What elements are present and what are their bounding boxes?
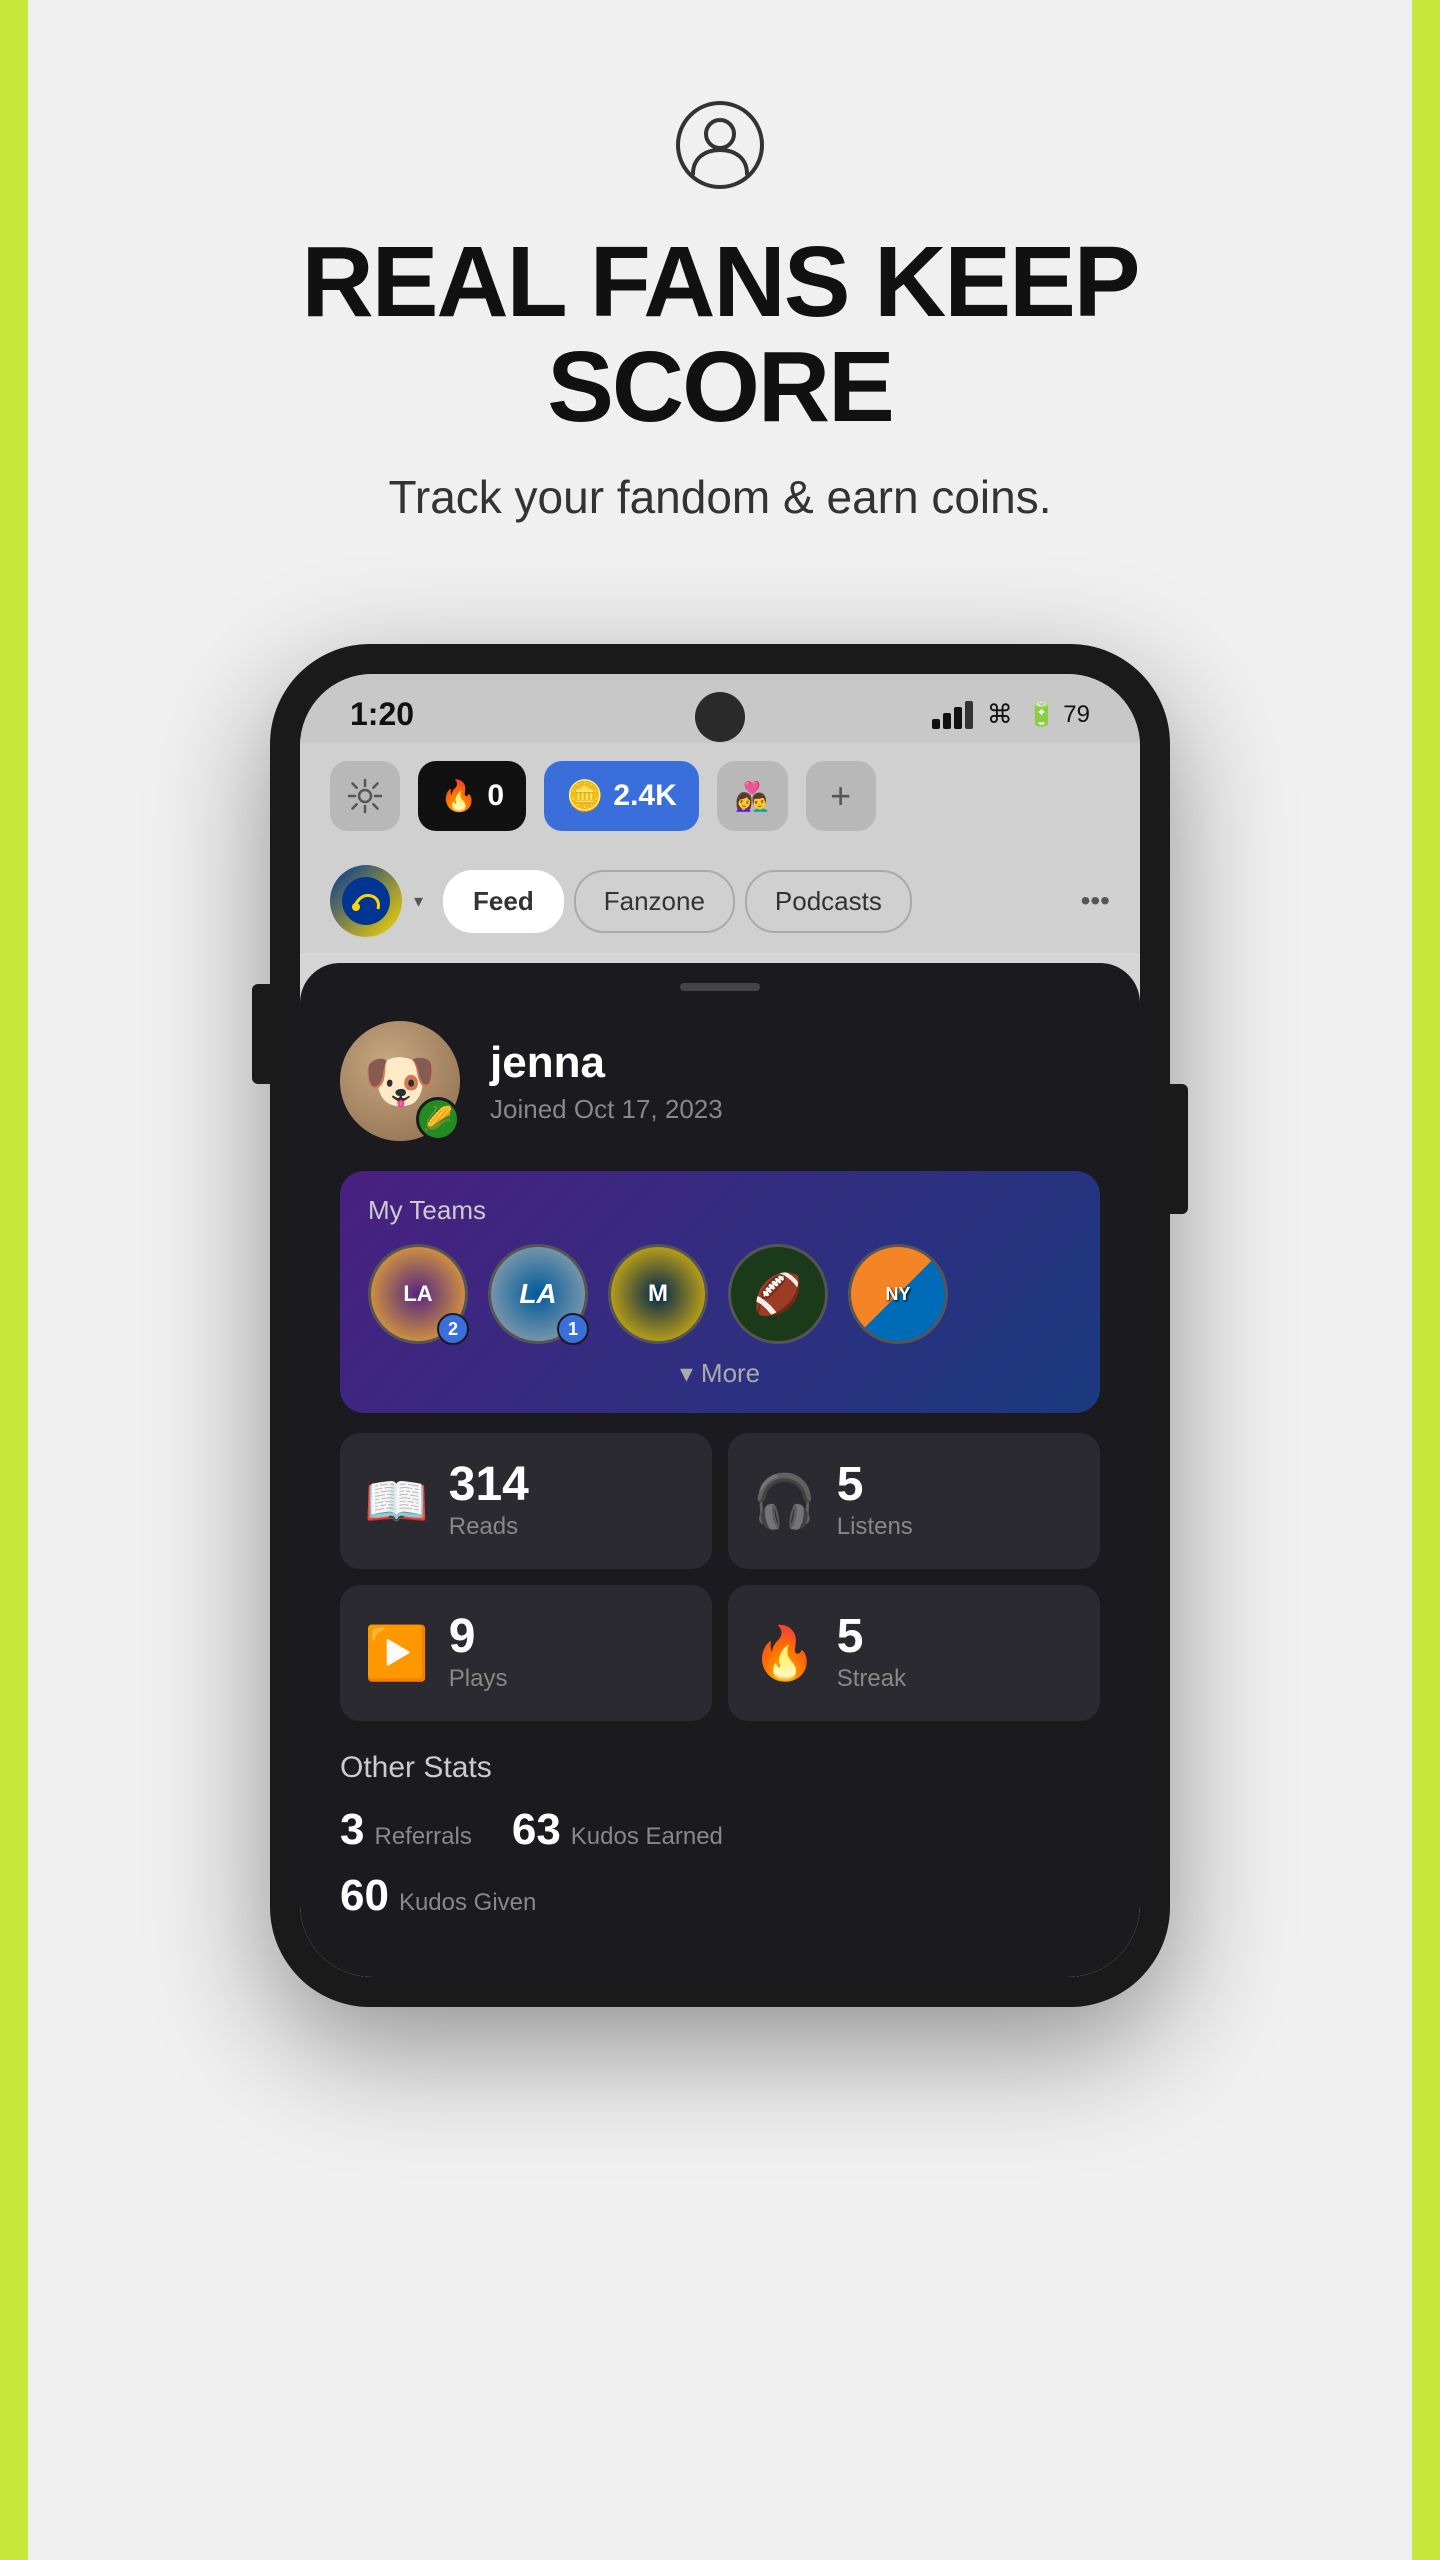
hero-section: REAL FANS KEEP SCORE Track your fandom &… (170, 0, 1270, 584)
stat-card-reads: 📖 314 Reads (340, 1433, 712, 1569)
fire-count: 0 (487, 779, 504, 813)
signal-bars-icon (932, 701, 973, 729)
dodgers-badge-number: 1 (557, 1313, 589, 1345)
camera-notch (695, 692, 745, 742)
hero-title: REAL FANS KEEP SCORE (170, 230, 1270, 440)
team-chevron-icon[interactable]: ▾ (414, 891, 423, 912)
add-button[interactable]: + (806, 761, 876, 831)
coins-count: 2.4K (613, 779, 676, 813)
status-time: 1:20 (350, 696, 414, 733)
other-stats-title: Other Stats (340, 1751, 1100, 1785)
streak-label: Streak (837, 1665, 906, 1693)
tab-podcasts[interactable]: Podcasts (745, 870, 912, 933)
wifi-icon: ⌘ (987, 699, 1013, 730)
dark-card: 🐶 🌽 jenna Joined Oct 17, 2023 My Teams (300, 963, 1140, 1977)
stat-kudos-earned: 63 Kudos Earned (512, 1805, 723, 1855)
profile-name: jenna (490, 1038, 1100, 1088)
my-teams-card: My Teams LA 2 LA 1 (340, 1171, 1100, 1413)
stat-kudos-given: 60 Kudos Given (340, 1871, 536, 1921)
stat-referrals: 3 Referrals (340, 1805, 472, 1855)
coin-icon: 🪙 (566, 779, 603, 814)
streak-icon: 🔥 (752, 1623, 817, 1684)
nav-tabs: Feed Fanzone Podcasts (443, 870, 1061, 933)
nav-bar: ▾ Feed Fanzone Podcasts ••• (300, 849, 1140, 953)
stat-info-listens: 5 Listens (837, 1461, 913, 1541)
other-stats-row-2: 60 Kudos Given (340, 1871, 1100, 1921)
stat-info-streak: 5 Streak (837, 1613, 906, 1693)
my-teams-label: My Teams (368, 1195, 1072, 1226)
kudos-earned-label: Kudos Earned (571, 1823, 723, 1851)
plays-label: Plays (449, 1665, 508, 1693)
settings-button[interactable] (330, 761, 400, 831)
avatar-container: 🐶 🌽 (340, 1021, 460, 1141)
streak-count: 5 (837, 1613, 906, 1661)
reads-label: Reads (449, 1513, 529, 1541)
hero-subtitle: Track your fandom & earn coins. (388, 470, 1051, 524)
kudos-earned-number: 63 (512, 1805, 561, 1855)
profile-row: 🐶 🌽 jenna Joined Oct 17, 2023 (340, 1021, 1100, 1141)
tab-feed[interactable]: Feed (443, 870, 564, 933)
stat-info-plays: 9 Plays (449, 1613, 508, 1693)
coins-button[interactable]: 🪙 2.4K (544, 761, 699, 831)
chevron-down-icon: ▾ (680, 1358, 693, 1389)
stats-grid: 📖 314 Reads 🎧 5 Listens (340, 1433, 1100, 1721)
drag-handle (680, 983, 760, 991)
kudos-given-number: 60 (340, 1871, 389, 1921)
battery-icon: 🔋 79 (1027, 700, 1090, 729)
friends-icon: 👩‍❤️‍👨 (735, 780, 770, 813)
stat-info-reads: 314 Reads (449, 1461, 529, 1541)
phone-mockup: 1:20 ⌘ 🔋 79 (270, 644, 1170, 2007)
profile-joined: Joined Oct 17, 2023 (490, 1094, 1100, 1125)
team-badge-michigan[interactable]: M (608, 1244, 708, 1344)
add-icon: + (830, 775, 851, 817)
status-icons: ⌘ 🔋 79 (932, 699, 1090, 730)
team-badge-knicks[interactable]: NY (848, 1244, 948, 1344)
team-badge-dodgers[interactable]: LA 1 (488, 1244, 588, 1344)
other-stats-section: Other Stats 3 Referrals 63 Kudos Earned (340, 1751, 1100, 1921)
team-badge-lakers[interactable]: LA 2 (368, 1244, 468, 1344)
listens-count: 5 (837, 1461, 913, 1509)
fire-button[interactable]: 🔥 0 (418, 761, 526, 831)
plays-icon: ▶️ (364, 1623, 429, 1684)
team-logo-rams[interactable] (330, 865, 402, 937)
plays-count: 9 (449, 1613, 508, 1661)
profile-info: jenna Joined Oct 17, 2023 (490, 1038, 1100, 1125)
stat-card-listens: 🎧 5 Listens (728, 1433, 1100, 1569)
top-bar: 🔥 0 🪙 2.4K 👩‍❤️‍👨 + (300, 743, 1140, 849)
app-content: 🔥 0 🪙 2.4K 👩‍❤️‍👨 + (300, 743, 1140, 1977)
user-icon (675, 100, 765, 190)
referrals-number: 3 (340, 1805, 364, 1855)
teams-row: LA 2 LA 1 M (368, 1244, 1072, 1344)
nav-more-button[interactable]: ••• (1081, 885, 1110, 917)
fire-icon: 🔥 (440, 779, 477, 814)
lakers-badge-number: 2 (437, 1313, 469, 1345)
reads-icon: 📖 (364, 1471, 429, 1532)
more-teams-button[interactable]: ▾ More (368, 1358, 1072, 1389)
listens-icon: 🎧 (752, 1471, 817, 1532)
reads-count: 314 (449, 1461, 529, 1509)
stat-card-plays: ▶️ 9 Plays (340, 1585, 712, 1721)
friends-button[interactable]: 👩‍❤️‍👨 (717, 761, 788, 831)
team-badge-football[interactable]: 🏈 (728, 1244, 828, 1344)
stat-card-streak: 🔥 5 Streak (728, 1585, 1100, 1721)
avatar-badge: 🌽 (416, 1097, 460, 1141)
tab-fanzone[interactable]: Fanzone (574, 870, 735, 933)
listens-label: Listens (837, 1513, 913, 1541)
kudos-given-label: Kudos Given (399, 1889, 536, 1917)
other-stats-row-1: 3 Referrals 63 Kudos Earned (340, 1805, 1100, 1855)
referrals-label: Referrals (374, 1823, 471, 1851)
